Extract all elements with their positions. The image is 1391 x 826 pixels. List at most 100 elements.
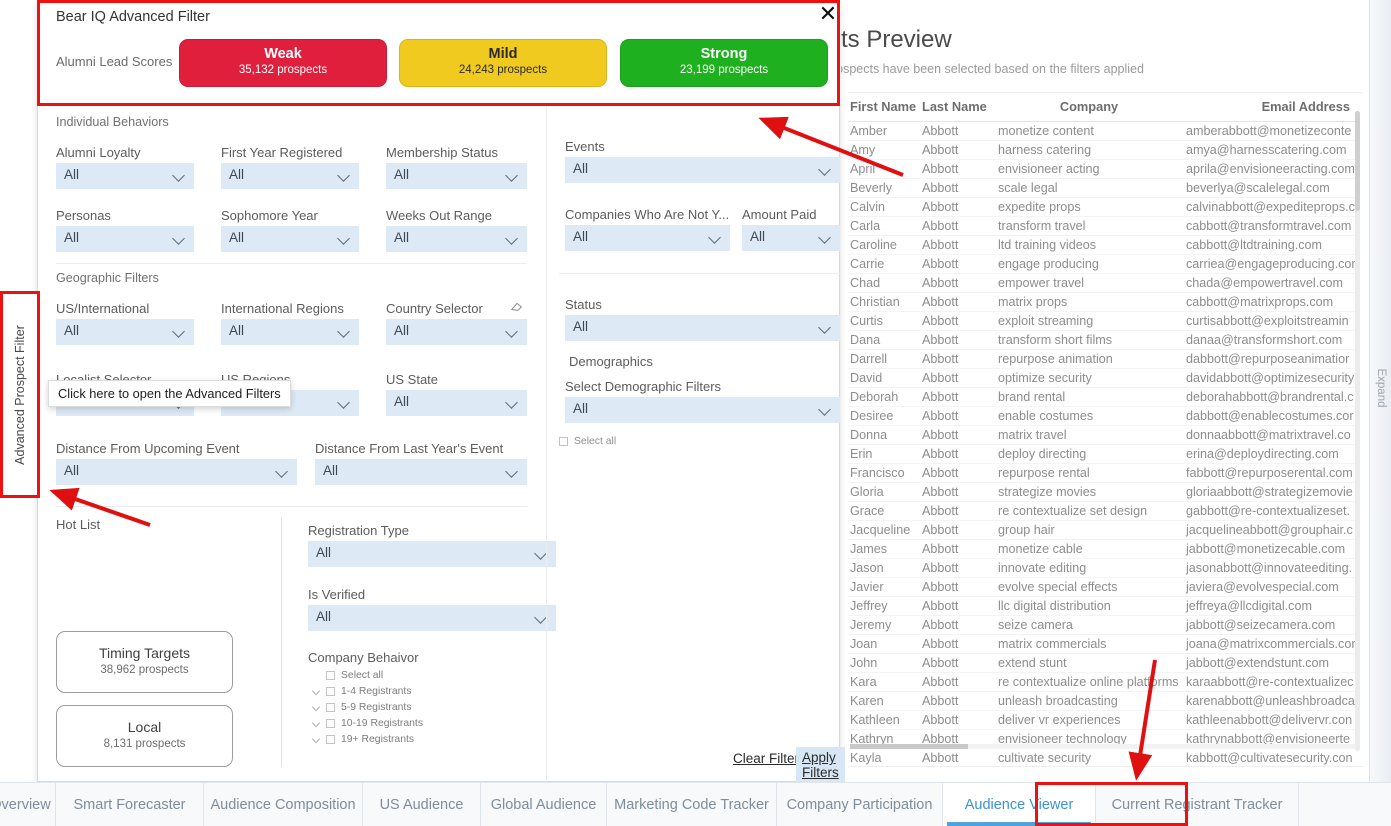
table-row[interactable]: John Abbott extend stunt jabbott@extendstun… xyxy=(848,653,1360,673)
hot-card-local[interactable]: Local 8,131 prospects xyxy=(56,705,233,767)
slicer-sophomore-year[interactable]: All xyxy=(221,226,359,252)
clear-filters-button[interactable]: Clear Filters xyxy=(733,751,806,766)
tab-us-audience[interactable]: US Audience xyxy=(363,783,481,826)
expand-panel-rail[interactable]: Expand xyxy=(1369,0,1391,786)
slicer-membership-status[interactable]: All xyxy=(386,163,527,189)
eraser-icon[interactable] xyxy=(510,299,524,313)
slicer-personas[interactable]: All xyxy=(56,226,194,252)
column-header-company[interactable]: Company xyxy=(996,93,1184,122)
table-row[interactable]: Joan Abbott matrix commercials joana@matrix… xyxy=(848,634,1360,654)
column-header-first-name[interactable]: First Name xyxy=(848,93,920,122)
table-row[interactable]: Curtis Abbott exploit streaming curtisabbot… xyxy=(848,311,1360,331)
checkbox-row-registrants[interactable]: 19+ Registrants xyxy=(326,734,526,747)
table-vertical-scroll-thumb[interactable] xyxy=(1355,111,1360,211)
table-row[interactable]: Carla Abbott transform travel cabbott@trans… xyxy=(848,216,1360,236)
slicer-us-state[interactable]: All xyxy=(386,390,527,416)
checkbox-row-registrants[interactable]: 5-9 Registrants xyxy=(326,702,526,715)
checkbox-row-select-all[interactable]: Select all xyxy=(326,670,526,683)
table-horizontal-scroll-thumb[interactable] xyxy=(850,744,968,749)
slicer-international-regions[interactable]: All xyxy=(221,319,359,345)
slicer-select-demographic-filters[interactable]: All xyxy=(565,397,840,423)
slicer-distance-upcoming-event[interactable]: All xyxy=(56,459,297,485)
table-row[interactable]: Christian Abbott matrix props cabbott@matri… xyxy=(848,292,1360,312)
table-row[interactable]: Jeremy Abbott seize camera jabbott@seizecam… xyxy=(848,615,1360,635)
chevron-down-icon[interactable] xyxy=(313,688,320,695)
score-button-mild[interactable]: Mild 24,243 prospects xyxy=(399,39,607,87)
table-row[interactable]: Calvin Abbott expedite props calvinabbott@e… xyxy=(848,197,1360,217)
table-row[interactable]: Deborah Abbott brand rental deborahabbott@b… xyxy=(848,387,1360,407)
table-row[interactable]: Grace Abbott re contextualize set design ga… xyxy=(848,501,1360,521)
table-row[interactable]: Jason Abbott innovate editing jasonabbott@i… xyxy=(848,558,1360,578)
checkbox-row-registrants[interactable]: 1-4 Registrants xyxy=(326,686,526,699)
checkbox[interactable] xyxy=(326,687,335,696)
table-row[interactable]: Francisco Abbott repurpose rental fabbott@r… xyxy=(848,463,1360,483)
table-row[interactable]: Dana Abbott transform short films danaa@tra… xyxy=(848,330,1360,350)
table-row[interactable]: Kara Abbott re contextualize online platfo… xyxy=(848,672,1360,692)
table-row[interactable]: Kayla Abbott cultivate security kabbott@cul… xyxy=(848,748,1360,767)
slicer-us-international[interactable]: All xyxy=(56,319,194,345)
table-row[interactable]: David Abbott optimize security davidabbott@… xyxy=(848,368,1360,388)
table-row[interactable]: Kathleen Abbott deliver vr experiences kath… xyxy=(848,710,1360,730)
checkbox[interactable] xyxy=(326,735,335,744)
slicer-alumni-loyalty[interactable]: All xyxy=(56,163,194,189)
tab-current-registrant-tracker[interactable]: Current Registrant Tracker xyxy=(1096,783,1299,826)
table-row[interactable]: Carrie Abbott engage producing carriea@enga… xyxy=(848,254,1360,274)
slicer-amount-paid[interactable]: All xyxy=(742,225,840,251)
slicer-status[interactable]: All xyxy=(565,315,840,341)
table-row[interactable]: Chad Abbott empower travel chada@empowertra… xyxy=(848,273,1360,293)
slicer-companies-not-yet[interactable]: All xyxy=(565,225,730,251)
chevron-down-icon[interactable] xyxy=(313,720,320,727)
hot-card-timing-targets[interactable]: Timing Targets 38,962 prospects xyxy=(56,631,233,693)
slicer-first-year-registered[interactable]: All xyxy=(221,163,359,189)
table-row[interactable]: Gloria Abbott strategize movies gloriaabbot… xyxy=(848,482,1360,502)
checkbox[interactable] xyxy=(326,719,335,728)
table-row[interactable]: Darrell Abbott repurpose animation dabbott@… xyxy=(848,349,1360,369)
table-row[interactable]: Beverly Abbott scale legal beverlya@scalele… xyxy=(848,178,1360,198)
advanced-prospect-filter-rail[interactable]: Advanced Prospect Filter xyxy=(0,291,40,498)
slicer-registration-type[interactable]: All xyxy=(308,541,556,567)
column-header-last-name[interactable]: Last Name xyxy=(920,93,996,122)
chevron-down-icon[interactable] xyxy=(313,704,320,711)
score-button-weak[interactable]: Weak 35,132 prospects xyxy=(179,39,387,87)
column-header-email-address[interactable]: Email Address xyxy=(1184,93,1360,122)
tab-global-audience[interactable]: Global Audience xyxy=(481,783,607,826)
close-icon[interactable]: ✕ xyxy=(815,3,841,29)
table-vertical-scrollbar[interactable] xyxy=(1355,111,1360,751)
cell-first-name: April xyxy=(848,159,920,179)
slicer-events[interactable]: All xyxy=(565,157,840,183)
table-horizontal-scrollbar[interactable] xyxy=(850,744,1355,749)
table-row[interactable]: Amy Abbott harness catering amya@harnesscat… xyxy=(848,140,1360,160)
table-row[interactable]: Amber Abbott monetize content amberabbott@m… xyxy=(848,121,1360,141)
cell-first-name: Caroline xyxy=(848,235,920,255)
tab-marketing-code-tracker[interactable]: Marketing Code Tracker xyxy=(607,783,777,826)
table-row[interactable]: James Abbott monetize cable jabbott@monetiz… xyxy=(848,539,1360,559)
table-row[interactable]: Caroline Abbott ltd training videos cabbott… xyxy=(848,235,1360,255)
table-row[interactable]: Jacqueline Abbott group hair jacquelineabbo… xyxy=(848,520,1360,540)
tab-smart-forecaster[interactable]: Smart Forecaster xyxy=(56,783,204,826)
checkbox-row-registrants[interactable]: 10-19 Registrants xyxy=(326,718,526,731)
score-button-strong[interactable]: Strong 23,199 prospects xyxy=(620,39,828,87)
table-row[interactable]: Donna Abbott matrix travel donnaabbott@matr… xyxy=(848,425,1360,445)
checkbox[interactable] xyxy=(326,671,335,680)
table-row[interactable]: Desiree Abbott enable costumes dabbott@enab… xyxy=(848,406,1360,426)
slicer-country-selector[interactable]: All xyxy=(386,319,527,345)
cell-last-name: Abbott xyxy=(920,577,996,597)
tab-company-participation[interactable]: Company Participation xyxy=(777,783,943,826)
table-row[interactable]: Jeffrey Abbott llc digital distribution jef… xyxy=(848,596,1360,616)
chevron-down-icon[interactable] xyxy=(313,736,320,743)
slicer-is-verified[interactable]: All xyxy=(308,605,556,631)
slicer-weeks-out-range[interactable]: All xyxy=(386,226,527,252)
table-row[interactable]: Karen Abbott unleash broadcasting karenabbo… xyxy=(848,691,1360,711)
tab-overview[interactable]: Overview xyxy=(0,783,56,826)
table-row[interactable]: Javier Abbott evolve special effects javier… xyxy=(848,577,1360,597)
checkbox[interactable] xyxy=(326,703,335,712)
apply-filters-button[interactable]: Apply Filters xyxy=(796,747,845,783)
tab-audience-composition[interactable]: Audience Composition xyxy=(204,783,363,826)
table-row[interactable]: Erin Abbott deploy directing erina@deploydi… xyxy=(848,444,1360,464)
slicer-distance-last-years-event[interactable]: All xyxy=(315,459,527,485)
tab-label: US Audience xyxy=(379,796,464,813)
table-row[interactable]: April Abbott envisioneer acting aprila@envi… xyxy=(848,159,1360,179)
checkbox-select-all-demographics[interactable] xyxy=(559,437,568,446)
tab-label: Overview xyxy=(0,796,51,813)
tab-audience-viewer[interactable]: Audience Viewer xyxy=(943,783,1096,826)
